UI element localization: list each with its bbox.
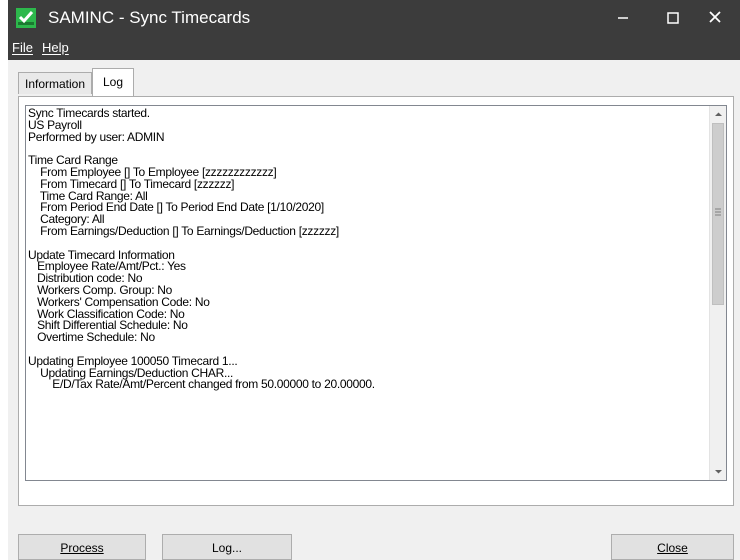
close-button-label: Close — [657, 541, 688, 555]
vertical-scrollbar[interactable] — [709, 106, 726, 480]
window-title: SAMINC - Sync Timecards — [48, 8, 251, 27]
log-line: Sync Timecards started. — [28, 106, 150, 120]
log-tab-panel: Sync Timecards started. US Payroll Perform… — [18, 96, 734, 506]
tab-log[interactable]: Log — [92, 68, 134, 96]
minimize-button[interactable] — [598, 0, 648, 36]
tab-information[interactable]: Information — [18, 72, 92, 94]
log-line: Performed by user: ADMIN — [28, 129, 165, 144]
scroll-thumb[interactable] — [712, 123, 724, 305]
arrow-down-icon — [715, 470, 722, 474]
log-line: From Period End Date [] To Period End Da… — [28, 200, 324, 215]
log-button[interactable]: Log... — [162, 534, 292, 560]
menu-bar: File Help — [8, 36, 740, 60]
process-button-label: Process — [60, 541, 104, 555]
log-text: Sync Timecards started. US Payroll Perform… — [26, 106, 712, 392]
checkmark-app-icon — [16, 8, 36, 28]
log-button-label: Log... — [211, 541, 243, 555]
process-button[interactable]: Process — [18, 534, 146, 560]
log-textbox[interactable]: Sync Timecards started. US Payroll Perform… — [25, 105, 727, 481]
scroll-up-button[interactable] — [710, 106, 726, 123]
app-window: SAMINC - Sync Timecards File Help Inform… — [8, 0, 740, 560]
close-button[interactable]: Close — [611, 534, 734, 560]
menu-help[interactable]: Help — [42, 40, 69, 56]
arrow-up-icon — [715, 112, 722, 116]
button-bar: Process Log... Close — [8, 530, 740, 560]
window-close-button[interactable] — [690, 0, 740, 36]
minimize-icon — [618, 17, 628, 19]
close-icon — [709, 11, 721, 23]
grip-icon — [715, 208, 721, 216]
log-line: From Earnings/Deduction [] To Earnings/D… — [28, 223, 339, 238]
log-line: E/D/Tax Rate/Amt/Percent changed from 50… — [28, 377, 375, 392]
scroll-down-button[interactable] — [710, 463, 726, 480]
title-bar[interactable]: SAMINC - Sync Timecards — [8, 0, 740, 36]
log-line: Overtime Schedule: No — [28, 330, 155, 345]
menu-file[interactable]: File — [12, 40, 33, 56]
